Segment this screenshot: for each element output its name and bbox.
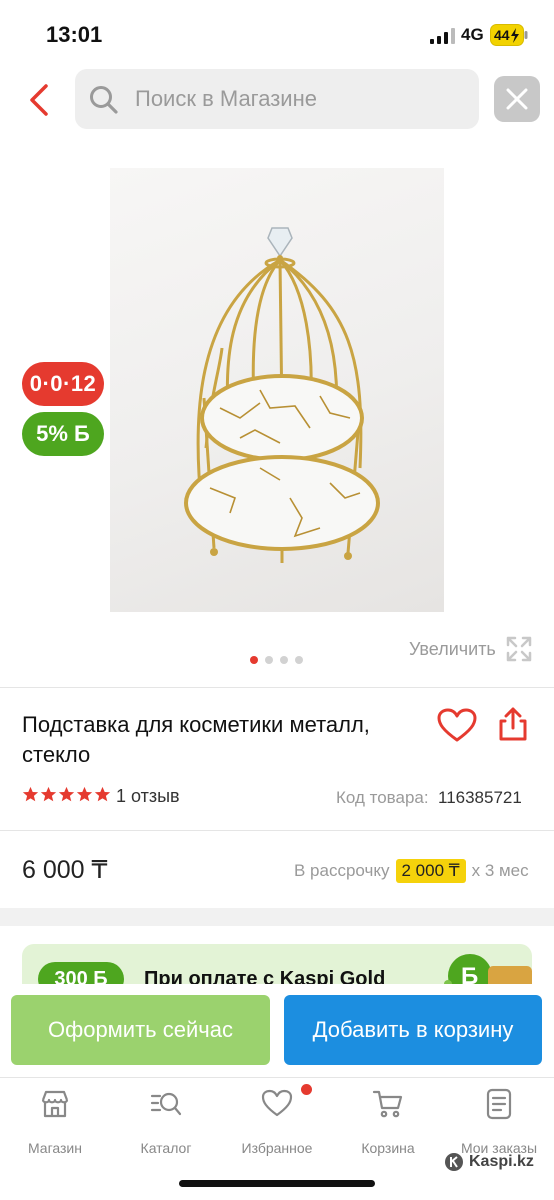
- pager-dot[interactable]: [280, 656, 288, 664]
- checkout-button[interactable]: Оформить сейчас: [11, 995, 270, 1065]
- pager-dot[interactable]: [295, 656, 303, 664]
- review-count[interactable]: 1 отзыв: [116, 786, 180, 807]
- zoom-label[interactable]: Увеличить: [409, 639, 496, 660]
- cosmetic-stand-illustration: [184, 227, 380, 563]
- kaspi-logo-icon: [445, 1153, 463, 1171]
- catalog-search-icon: [150, 1092, 182, 1116]
- star-rating: [22, 786, 111, 803]
- promo-bonus-pill: 300 Б: [38, 962, 124, 984]
- installment-suffix: x 3 мес: [471, 861, 529, 880]
- star-icon: [94, 786, 111, 802]
- share-icon: [499, 707, 527, 741]
- tab-orders[interactable]: Мои заказы: [444, 1088, 554, 1158]
- installment-prefix: В рассрочку: [294, 861, 390, 880]
- signal-icon: [430, 28, 455, 44]
- star-icon: [76, 786, 93, 802]
- product-image[interactable]: [110, 168, 444, 612]
- star-icon: [22, 786, 39, 802]
- pager-dot[interactable]: [250, 656, 258, 664]
- product-title: Подставка для косметики металл, стекло: [22, 712, 370, 767]
- promo-text: При оплате с Kaspi Gold: [144, 968, 386, 984]
- search-input[interactable]: [135, 83, 465, 115]
- divider: [0, 830, 554, 831]
- sku-value: 116385721: [438, 788, 522, 807]
- tab-favorites[interactable]: Избранное: [222, 1088, 332, 1158]
- tab-label: Магазин: [27, 1140, 82, 1156]
- tab-catalog[interactable]: Каталог: [111, 1088, 221, 1158]
- cart-icon: [372, 1090, 403, 1118]
- orders-icon: [486, 1088, 512, 1120]
- search-icon: [90, 86, 118, 114]
- watermark-text: Kaspi.kz: [469, 1153, 534, 1170]
- svg-text:Б: Б: [461, 963, 478, 984]
- battery-level: 44: [494, 27, 510, 43]
- installment-info[interactable]: В рассрочку 2 000 ₸ x 3 мес: [294, 859, 529, 883]
- chevron-left-icon: [30, 84, 48, 116]
- close-button[interactable]: [494, 76, 540, 122]
- watermark: Kaspi.kz: [444, 1152, 534, 1172]
- bonus-badge: 5% Б: [22, 412, 104, 456]
- notification-dot: [301, 1084, 312, 1095]
- bonus-coin-icon: Б: [444, 954, 532, 984]
- product-price: 6 000 ₸: [22, 856, 108, 884]
- installment-amount: 2 000 ₸: [395, 859, 466, 883]
- tab-cart[interactable]: Корзина: [333, 1088, 443, 1158]
- divider: [0, 687, 554, 688]
- star-icon: [40, 786, 57, 802]
- image-pager[interactable]: [250, 656, 303, 664]
- share-button[interactable]: [496, 706, 530, 742]
- status-time: 13:01: [46, 22, 103, 47]
- add-to-cart-button[interactable]: Добавить в корзину: [284, 995, 542, 1065]
- search-box[interactable]: [75, 69, 479, 129]
- promo-banner[interactable]: 300 Б При оплате с Kaspi Gold Б: [22, 944, 532, 984]
- star-icon: [58, 786, 75, 802]
- tab-label: Корзина: [361, 1140, 415, 1156]
- battery-icon: 44: [490, 24, 528, 46]
- section-separator: [0, 908, 554, 926]
- close-icon: [506, 88, 528, 110]
- back-button[interactable]: [22, 80, 58, 120]
- pager-dot[interactable]: [265, 656, 273, 664]
- status-bar: 13:01 4G 44: [0, 0, 554, 60]
- heart-icon: [437, 708, 477, 742]
- tab-label: Каталог: [140, 1140, 192, 1156]
- heart-icon: [261, 1089, 293, 1117]
- sku-label: Код товара:: [336, 788, 429, 807]
- expand-icon[interactable]: [504, 634, 534, 664]
- favorite-button[interactable]: [437, 708, 477, 744]
- timer-badge: 0·0·12: [22, 362, 104, 406]
- store-icon: [41, 1090, 69, 1118]
- tab-store[interactable]: Магазин: [0, 1088, 110, 1158]
- network-label: 4G: [461, 25, 484, 44]
- home-indicator: [179, 1180, 375, 1187]
- tab-label: Избранное: [241, 1140, 313, 1156]
